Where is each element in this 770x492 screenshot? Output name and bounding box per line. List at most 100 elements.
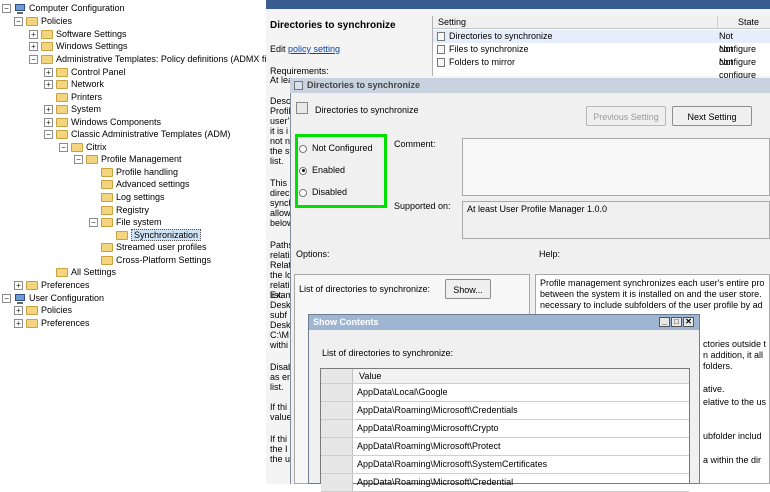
radio-selected-icon[interactable] — [299, 166, 307, 175]
tree-node-advanced-settings[interactable]: Advanced settings — [89, 178, 190, 191]
policy-setting-link[interactable]: policy setting — [288, 44, 340, 54]
column-header-setting[interactable]: Setting — [433, 16, 726, 29]
list-item[interactable]: AppData\Roaming\Microsoft\Credentials — [321, 402, 689, 420]
expand-icon[interactable]: + — [14, 281, 23, 291]
collapse-icon[interactable]: − — [59, 143, 68, 153]
folder-icon — [26, 306, 38, 316]
folder-icon — [56, 268, 68, 278]
expand-icon[interactable]: + — [44, 105, 53, 115]
folder-icon — [56, 130, 68, 140]
radio-icon[interactable] — [299, 188, 307, 197]
comment-field[interactable] — [462, 138, 770, 196]
collapse-icon[interactable]: − — [44, 130, 53, 140]
collapse-icon[interactable]: − — [74, 155, 83, 165]
description-fragment: withi — [270, 340, 289, 350]
description-fragment: as en — [270, 372, 293, 382]
radio-icon[interactable] — [299, 144, 307, 153]
folder-icon — [56, 105, 68, 115]
tree-node-classic-administrative-templates[interactable]: − Classic Administrative Templates (ADM) — [44, 128, 230, 141]
next-setting-button[interactable]: Next Setting — [672, 106, 752, 126]
description-fragment: value — [270, 412, 292, 422]
expand-icon[interactable]: + — [44, 68, 53, 78]
show-button[interactable]: Show... — [445, 279, 491, 299]
description-fragment: list. — [270, 156, 284, 166]
help-line: ative. — [703, 384, 725, 394]
expand-icon[interactable]: + — [14, 319, 23, 329]
help-line: Profile management synchronizes each use… — [540, 278, 765, 288]
row-header-cell — [321, 438, 353, 455]
tree-node-computer-configuration[interactable]: − Computer Configuration — [2, 2, 125, 15]
list-item-value[interactable]: AppData\Roaming\Microsoft\Credentials — [357, 402, 518, 419]
list-item-value[interactable]: AppData\Roaming\Microsoft\Protect — [357, 438, 501, 455]
tree-node-network[interactable]: + Network — [44, 78, 104, 91]
tree-node-system[interactable]: + System — [44, 103, 101, 116]
previous-setting-button[interactable]: Previous Setting — [586, 106, 666, 126]
help-label: Help: — [539, 249, 561, 259]
folder-icon — [101, 168, 113, 178]
tree-node-user-policies[interactable]: + Policies — [14, 304, 72, 317]
tree-node-log-settings[interactable]: Log settings — [89, 191, 165, 204]
table-row[interactable]: Directories to synchronize Not configure — [433, 30, 770, 54]
description-fragment: Relat — [270, 260, 292, 270]
minimize-icon[interactable]: _ — [659, 317, 670, 327]
tree-node-preferences[interactable]: + Preferences — [14, 279, 90, 292]
description-fragment: allow — [270, 208, 291, 218]
folder-icon — [86, 155, 98, 165]
folder-icon — [101, 218, 113, 228]
tree-node-user-preferences[interactable]: + Preferences — [14, 317, 90, 330]
collapse-icon[interactable]: − — [89, 218, 98, 228]
help-line: between the system it is installed on an… — [540, 289, 762, 299]
collapse-icon[interactable]: − — [2, 4, 11, 14]
list-directories-label: List of directories to synchronize: — [299, 284, 431, 294]
policy-icon — [296, 102, 308, 114]
list-item[interactable]: AppData\Roaming\Microsoft\SystemCertific… — [321, 456, 689, 474]
folder-icon — [41, 55, 53, 65]
tree-node-file-system[interactable]: − File system — [89, 216, 162, 229]
tree-node-streamed-user-profiles[interactable]: Streamed user profiles — [89, 241, 207, 254]
radio-not-configured[interactable]: Not Configured — [299, 143, 373, 153]
list-item-value[interactable]: AppData\Roaming\Microsoft\SystemCertific… — [357, 456, 547, 473]
column-header-state[interactable]: State — [717, 16, 770, 29]
row-header-cell — [321, 474, 353, 491]
tree-node-policies[interactable]: − Policies — [14, 15, 72, 28]
expand-icon[interactable]: + — [14, 306, 23, 316]
row-header-cell — [321, 369, 353, 383]
list-item-value[interactable]: AppData\Roaming\Microsoft\Credential — [357, 474, 513, 491]
row-header-cell — [321, 384, 353, 401]
close-icon[interactable]: ✕ — [683, 317, 694, 327]
list-item-value[interactable]: AppData\Roaming\Microsoft\Crypto — [357, 420, 499, 437]
column-header-value[interactable]: Value — [359, 369, 381, 383]
description-fragment: list. — [270, 382, 284, 392]
list-item-value[interactable]: AppData\Local\Google — [357, 384, 448, 401]
description-fragment: relati — [270, 250, 290, 260]
radio-enabled[interactable]: Enabled — [299, 165, 345, 175]
list-item[interactable]: AppData\Roaming\Microsoft\Credential — [321, 474, 689, 492]
user-icon — [14, 293, 26, 304]
table-row[interactable]: Folders to mirror Not configure — [433, 56, 770, 80]
maximize-icon[interactable]: □ — [671, 317, 682, 327]
expand-icon[interactable]: + — [29, 30, 38, 40]
list-item[interactable]: AppData\Roaming\Microsoft\Protect — [321, 438, 689, 456]
grid-header-row: Value — [321, 369, 689, 384]
collapse-icon[interactable]: − — [2, 294, 11, 304]
tree-node-profile-management[interactable]: − Profile Management — [74, 153, 182, 166]
collapse-icon[interactable]: − — [14, 17, 23, 27]
radio-disabled[interactable]: Disabled — [299, 187, 347, 197]
help-line: n addition, it all — [703, 350, 764, 360]
collapse-icon[interactable]: − — [29, 55, 38, 65]
table-row[interactable]: Files to synchronize Not configure — [433, 43, 770, 67]
policy-icon — [294, 81, 303, 91]
list-item[interactable]: AppData\Local\Google — [321, 384, 689, 402]
expand-icon[interactable]: + — [29, 42, 38, 52]
comment-label: Comment: — [394, 139, 436, 149]
tree-node-all-settings[interactable]: All Settings — [44, 266, 116, 279]
list-item[interactable]: AppData\Roaming\Microsoft\Crypto — [321, 420, 689, 438]
tree-node-administrative-templates[interactable]: − Administrative Templates: Policy defini… — [29, 53, 273, 66]
tree-node-windows-settings[interactable]: + Windows Settings — [29, 40, 128, 53]
supported-on-label: Supported on: — [394, 201, 451, 211]
options-label: Options: — [296, 249, 330, 259]
expand-icon[interactable]: + — [44, 118, 53, 128]
help-line: ctories outside t — [703, 339, 767, 349]
folder-icon — [26, 281, 38, 291]
expand-icon[interactable]: + — [44, 80, 53, 90]
